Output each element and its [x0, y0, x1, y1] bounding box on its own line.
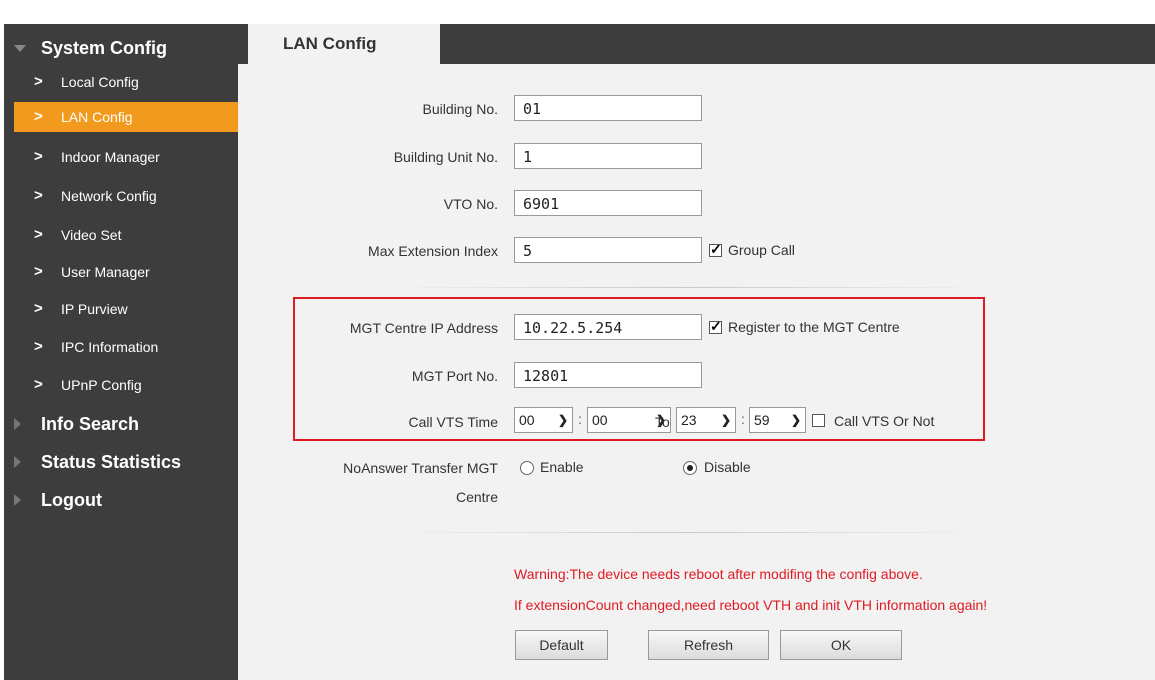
sidebar-item-video-set[interactable]: > Video Set — [14, 220, 238, 250]
triangle-right-icon — [14, 418, 21, 430]
noanswer-label-line2: Centre — [455, 489, 498, 505]
building-no-input[interactable]: 01 — [514, 95, 702, 121]
enable-radio[interactable] — [520, 461, 534, 475]
sidebar-item-label: IPC Information — [61, 339, 159, 355]
chevron-right-icon: > — [34, 73, 43, 90]
time-separator: : — [578, 411, 582, 427]
top-strip — [0, 0, 1155, 10]
sidebar-item-label: LAN Config — [61, 109, 133, 125]
sidebar-section-logout[interactable]: Logout — [4, 484, 238, 516]
chevron-right-icon: > — [34, 376, 43, 393]
end-hour-value: 23 — [681, 412, 697, 428]
building-no-label: Building No. — [422, 101, 499, 117]
refresh-button[interactable]: Refresh — [648, 630, 769, 660]
ok-button[interactable]: OK — [780, 630, 902, 660]
sidebar-item-network-config[interactable]: > Network Config — [14, 181, 238, 211]
triangle-down-icon — [14, 45, 26, 52]
chevron-right-icon: > — [34, 108, 43, 125]
sidebar-item-upnp-config[interactable]: > UPnP Config — [14, 370, 238, 400]
sidebar-section-status-statistics[interactable]: Status Statistics — [4, 446, 238, 478]
building-unit-no-label: Building Unit No. — [393, 149, 498, 165]
mgt-port-no-input[interactable]: 12801 — [514, 362, 702, 388]
group-call-label: Group Call — [728, 242, 795, 258]
content-panel: LAN Config Building No. 01 Building Unit… — [238, 24, 1155, 680]
disable-radio-label: Disable — [704, 459, 751, 475]
to-label: To — [655, 414, 670, 430]
noanswer-label-line1: NoAnswer Transfer MGT — [343, 460, 498, 476]
start-minute-value: 00 — [592, 412, 608, 428]
sidebar-item-label: Local Config — [61, 74, 139, 90]
sidebar-item-lan-config[interactable]: > LAN Config — [14, 102, 238, 132]
sidebar: System Config > Local Config > LAN Confi… — [4, 24, 238, 680]
disable-radio[interactable] — [683, 461, 697, 475]
time-separator: : — [741, 411, 745, 427]
chevron-down-icon: ❯ — [720, 413, 731, 427]
sidebar-item-ipc-information[interactable]: > IPC Information — [14, 332, 238, 362]
end-hour-select[interactable]: 23 ❯ — [676, 407, 736, 433]
max-extension-index-input[interactable]: 5 — [514, 237, 702, 263]
sidebar-item-ip-purview[interactable]: > IP Purview — [14, 294, 238, 324]
call-vts-or-not-checkbox[interactable] — [812, 414, 825, 427]
sidebar-item-label: User Manager — [61, 264, 150, 280]
sidebar-item-label: Indoor Manager — [61, 149, 160, 165]
sidebar-item-label: Network Config — [61, 188, 157, 204]
mgt-port-no-label: MGT Port No. — [411, 368, 498, 384]
group-call-checkbox[interactable] — [709, 241, 722, 258]
divider — [388, 287, 988, 288]
chevron-right-icon: > — [34, 148, 43, 165]
start-hour-value: 00 — [519, 412, 535, 428]
divider — [388, 532, 988, 533]
sidebar-item-user-manager[interactable]: > User Manager — [14, 257, 238, 287]
vto-no-input[interactable]: 6901 — [514, 190, 702, 216]
triangle-right-icon — [14, 456, 21, 468]
chevron-right-icon: > — [34, 338, 43, 355]
warning-extension-text: If extensionCount changed,need reboot VT… — [514, 597, 988, 613]
sidebar-item-indoor-manager[interactable]: > Indoor Manager — [14, 142, 238, 172]
call-vts-or-not-label: Call VTS Or Not — [834, 413, 935, 429]
building-unit-no-input[interactable]: 1 — [514, 143, 702, 169]
end-minute-value: 59 — [754, 412, 770, 428]
chevron-down-icon: ❯ — [557, 413, 568, 427]
sidebar-item-label: UPnP Config — [61, 377, 142, 393]
default-button[interactable]: Default — [515, 630, 608, 660]
triangle-right-icon — [14, 494, 21, 506]
warning-reboot-text: Warning:The device needs reboot after mo… — [514, 566, 923, 582]
sidebar-item-local-config[interactable]: > Local Config — [14, 67, 238, 97]
enable-radio-label: Enable — [540, 459, 584, 475]
chevron-right-icon: > — [34, 300, 43, 317]
sidebar-item-label: IP Purview — [61, 301, 128, 317]
mgt-centre-ip-label: MGT Centre IP Address — [349, 320, 498, 336]
chevron-right-icon: > — [34, 226, 43, 243]
tab-bar: LAN Config — [238, 24, 1155, 64]
register-mgt-checkbox[interactable] — [709, 318, 722, 335]
chevron-down-icon: ❯ — [790, 413, 801, 427]
sidebar-section-label: Status Statistics — [41, 452, 182, 472]
chevron-right-icon: > — [34, 263, 43, 280]
sidebar-section-system-config[interactable]: System Config — [4, 32, 238, 64]
sidebar-section-label: Logout — [41, 490, 102, 510]
sidebar-section-label: System Config — [41, 38, 168, 58]
sidebar-section-label: Info Search — [41, 414, 140, 434]
tab-label: LAN Config — [283, 34, 377, 53]
max-extension-index-label: Max Extension Index — [368, 243, 498, 259]
vto-no-label: VTO No. — [443, 196, 498, 212]
call-vts-time-label: Call VTS Time — [408, 414, 498, 430]
sidebar-section-info-search[interactable]: Info Search — [4, 408, 238, 440]
register-mgt-label: Register to the MGT Centre — [728, 319, 900, 335]
sidebar-item-label: Video Set — [61, 227, 122, 243]
end-minute-select[interactable]: 59 ❯ — [749, 407, 806, 433]
chevron-right-icon: > — [34, 187, 43, 204]
mgt-centre-ip-input[interactable]: 10.22.5.254 — [514, 314, 702, 340]
start-hour-select[interactable]: 00 ❯ — [514, 407, 573, 433]
tab-lan-config[interactable]: LAN Config — [248, 24, 440, 64]
